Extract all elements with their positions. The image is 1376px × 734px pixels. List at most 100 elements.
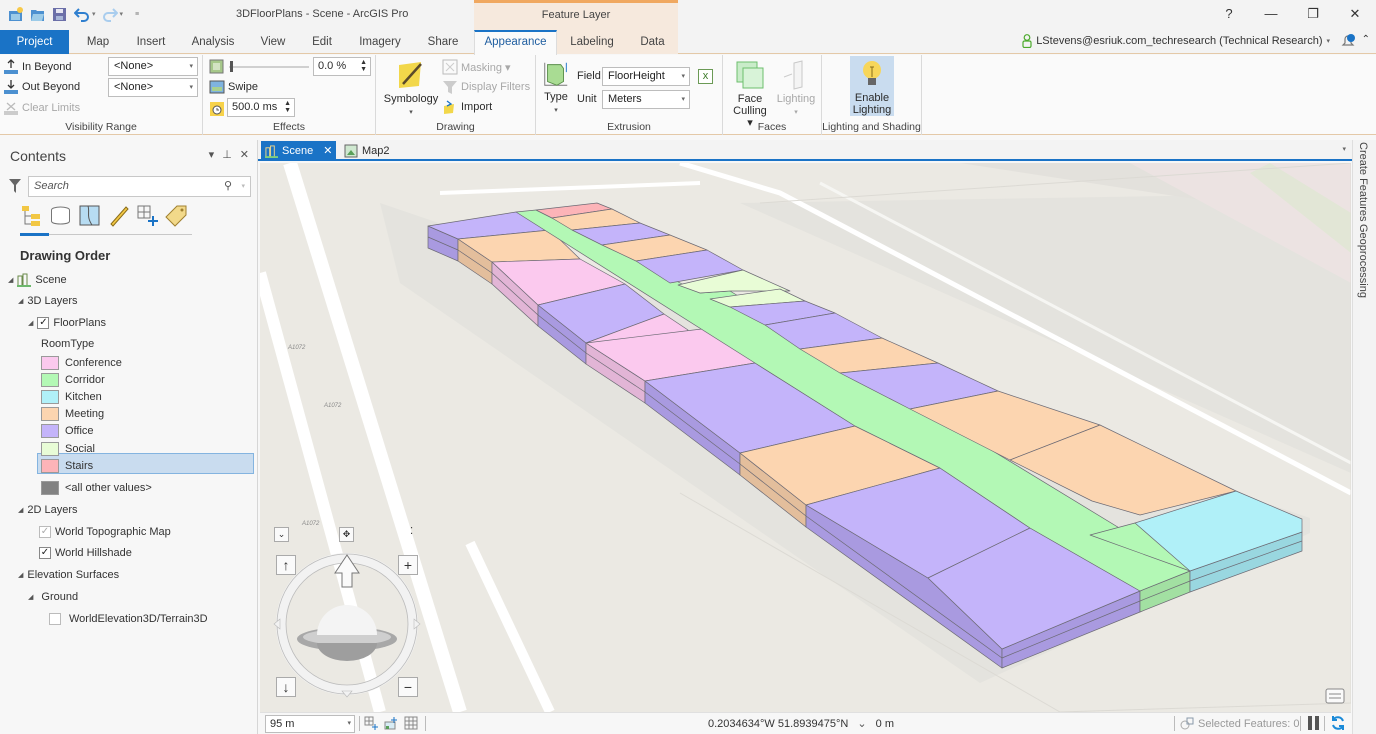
tab-data[interactable]: Data	[627, 30, 678, 54]
expand-triangle-icon[interactable]: ◢	[8, 276, 13, 284]
restore-button[interactable]: ❐	[1292, 0, 1334, 30]
close-tab-icon[interactable]: ✕	[323, 141, 332, 161]
expand-triangle-icon[interactable]: ◢	[18, 506, 23, 514]
close-pane-icon[interactable]: ✕	[240, 148, 249, 161]
legend-swatch[interactable]	[41, 442, 59, 456]
masking-button[interactable]: Masking ▾	[442, 59, 511, 75]
geoprocessing-tab[interactable]: Geoprocessing	[1357, 224, 1369, 298]
full-extent-button[interactable]: ✥	[339, 527, 354, 542]
customize-qat-icon[interactable]: ≡	[135, 11, 139, 18]
legend-item[interactable]: Meeting	[41, 407, 104, 421]
navigator-grip-icon[interactable]: ⁚	[410, 526, 413, 537]
tree-terrain[interactable]: WorldElevation3D/Terrain3D	[49, 613, 208, 625]
collapse-ribbon-button[interactable]: ⌃	[1362, 34, 1370, 45]
swipe-button[interactable]: Swipe	[209, 79, 258, 95]
legend-item[interactable]: Conference	[41, 356, 122, 370]
expand-triangle-icon[interactable]: ◢	[28, 319, 33, 327]
topo-checkbox[interactable]: ✓	[39, 526, 51, 538]
open-project-icon[interactable]	[30, 6, 46, 22]
legend-item[interactable]: Corridor	[41, 373, 105, 387]
close-button[interactable]: ✕	[1334, 0, 1376, 30]
tree-world-topographic-map[interactable]: ✓ World Topographic Map	[39, 526, 171, 538]
legend-swatch[interactable]	[41, 390, 59, 404]
redo-dropdown-icon[interactable]: ▾	[120, 10, 124, 18]
coordinate-format-dropdown[interactable]: ⌄	[857, 718, 866, 730]
extrusion-type-button[interactable]: Type ▾	[538, 57, 574, 117]
tab-scene[interactable]: Scene ✕	[261, 141, 336, 161]
expand-triangle-icon[interactable]: ◢	[28, 593, 33, 601]
in-beyond-button[interactable]: In Beyond	[3, 59, 72, 75]
floorplans-checkbox[interactable]: ✓	[37, 317, 50, 329]
selected-features[interactable]: Selected Features: 0	[1180, 717, 1300, 731]
legend-swatch[interactable]	[41, 459, 59, 473]
refresh-icon[interactable]	[1330, 715, 1346, 731]
tab-appearance[interactable]: Appearance	[474, 30, 557, 55]
out-beyond-button[interactable]: Out Beyond	[3, 79, 80, 95]
transparency-slider[interactable]	[229, 66, 309, 68]
list-by-editing-icon[interactable]	[107, 204, 130, 227]
view-tabs-dropdown-icon[interactable]: ▾	[1342, 145, 1346, 153]
save-project-icon[interactable]	[52, 6, 68, 22]
legend-item[interactable]: Office	[41, 424, 94, 438]
scene-view[interactable]: A1072 A1072 A1072 ⌄ ✥ ⁚ ↑ + ↓ −	[260, 163, 1351, 712]
tab-project[interactable]: Project	[0, 30, 69, 54]
legend-item[interactable]: Kitchen	[41, 390, 102, 404]
fixed-zoom-icon[interactable]	[364, 716, 378, 730]
legend-swatch[interactable]	[41, 407, 59, 421]
tab-view[interactable]: View	[252, 30, 294, 54]
tab-insert[interactable]: Insert	[128, 30, 174, 54]
account-menu[interactable]: LStevens@esriuk.com_techresearch (Techni…	[1022, 34, 1330, 48]
snapping-icon[interactable]	[384, 716, 398, 730]
tree-ground[interactable]: ◢ Ground	[28, 591, 78, 603]
pane-options-icon[interactable]: ▾	[209, 148, 215, 161]
navigator-collapse-button[interactable]: ⌄	[274, 527, 289, 542]
search-icon[interactable]: ⚲	[224, 177, 232, 196]
out-beyond-combo[interactable]: <None> ▾	[108, 78, 198, 97]
map-tips-icon[interactable]	[1325, 688, 1345, 706]
chevron-down-icon[interactable]: ▾	[241, 177, 245, 196]
display-filters-button[interactable]: Display Filters	[442, 79, 530, 95]
symbology-button[interactable]: Symbology ▾	[380, 57, 442, 119]
navigator-control[interactable]	[272, 551, 424, 703]
list-by-selection-icon[interactable]	[78, 204, 101, 227]
expression-button[interactable]: x	[698, 69, 713, 84]
tab-edit[interactable]: Edit	[302, 30, 342, 54]
tab-analysis[interactable]: Analysis	[185, 30, 241, 54]
expand-triangle-icon[interactable]: ◢	[18, 571, 23, 579]
face-culling-button[interactable]: Face Culling ▾	[729, 57, 771, 129]
pause-drawing-icon[interactable]	[1308, 716, 1320, 730]
legend-item[interactable]: Social	[41, 442, 95, 456]
legend-swatch[interactable]	[41, 356, 59, 370]
lighting-button[interactable]: Lighting ▾	[773, 57, 819, 119]
create-features-tab[interactable]: Create Features	[1357, 142, 1369, 221]
redo-icon[interactable]	[102, 6, 118, 22]
new-project-icon[interactable]	[8, 6, 24, 22]
list-by-snapping-icon[interactable]	[136, 204, 159, 227]
list-by-labeling-icon[interactable]	[165, 204, 188, 227]
tree-elevation-surfaces[interactable]: ◢ Elevation Surfaces	[18, 569, 119, 581]
expand-triangle-icon[interactable]: ◢	[18, 297, 23, 305]
tab-map2[interactable]: Map2	[340, 141, 400, 161]
tree-2d-layers[interactable]: ◢ 2D Layers	[18, 504, 78, 516]
notification-bell-icon[interactable]	[1340, 33, 1356, 49]
transparency-spinner[interactable]: 0.0 % ▲ ▼	[313, 57, 371, 76]
tab-labeling[interactable]: Labeling	[557, 30, 627, 54]
tree-scene[interactable]: ◢ Scene	[8, 273, 67, 287]
field-combo[interactable]: FloorHeight ▾	[602, 67, 690, 86]
undo-dropdown-icon[interactable]: ▾	[92, 10, 96, 18]
tree-floorplans[interactable]: ◢ ✓ FloorPlans	[28, 317, 106, 329]
list-by-drawing-order-icon[interactable]	[20, 204, 43, 227]
legend-item[interactable]: Stairs	[41, 459, 93, 473]
tab-imagery[interactable]: Imagery	[352, 30, 408, 54]
unit-combo[interactable]: Meters ▾	[602, 90, 690, 109]
grid-icon[interactable]	[404, 716, 418, 730]
legend-swatch[interactable]	[41, 481, 59, 495]
legend-swatch[interactable]	[41, 424, 59, 438]
hillshade-checkbox[interactable]: ✓	[39, 547, 51, 559]
legend-swatch[interactable]	[41, 373, 59, 387]
import-button[interactable]: Import	[442, 99, 492, 115]
terrain-checkbox[interactable]	[49, 613, 61, 625]
in-beyond-combo[interactable]: <None> ▾	[108, 57, 198, 76]
undo-icon[interactable]	[73, 6, 90, 22]
flicker-spinner[interactable]: 500.0 ms ▲ ▼	[227, 98, 295, 117]
